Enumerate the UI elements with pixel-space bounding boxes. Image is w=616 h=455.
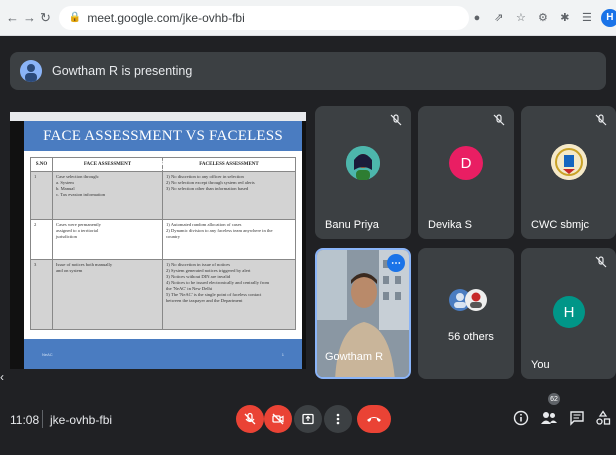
cell-line: jurisdiction (56, 234, 77, 239)
participant-name: Devika S (428, 219, 473, 231)
bookmark-star-icon[interactable]: ☆ (513, 10, 529, 26)
slideshow-toolbar (10, 112, 306, 121)
avatar: D (449, 146, 483, 180)
cell-line: between the taxpayer and the Department (166, 298, 243, 303)
presenting-banner: Gowtham R is presenting (10, 52, 606, 90)
present-now-button[interactable] (294, 405, 322, 433)
presenter-avatar (20, 60, 42, 82)
back-arrow-icon[interactable]: ← (6, 9, 19, 27)
activities-button[interactable] (594, 408, 612, 428)
cell-line: country (166, 234, 181, 239)
more-options-button[interactable] (324, 405, 352, 433)
reading-list-icon[interactable]: ☰ (579, 10, 595, 26)
others-avatars (448, 286, 488, 314)
mic-off-icon (390, 114, 402, 126)
info-icon (513, 410, 529, 426)
meeting-time: 11:08 (10, 413, 40, 427)
participant-tile-devika-s[interactable]: D Devika S (418, 106, 514, 239)
cell-line: and on system (56, 268, 83, 273)
others-count-label: 56 others (448, 331, 494, 343)
slide-footer-left: NeAC (42, 351, 53, 357)
present-screen-icon (302, 413, 314, 425)
comparison-table: S.NO FACE ASSESSMENT FACELESS ASSESSMENT… (30, 157, 296, 330)
cell-line: c. Tax evasion information (56, 192, 106, 197)
participant-tile-you[interactable]: H You (521, 248, 616, 379)
cell-line: 3) No selection other than information b… (166, 186, 249, 191)
phone-hangup-icon (367, 417, 381, 422)
lock-icon: 🔒 (68, 12, 82, 23)
people-button[interactable] (540, 408, 558, 428)
mic-off-icon (595, 114, 607, 126)
table-cell-faceless: 1) No discretion to any officer in selec… (162, 171, 296, 220)
table-row: 3 Issue of notices both manually and on sy… (30, 259, 296, 330)
participant-tile-others[interactable]: 56 others (418, 248, 514, 379)
extension-icon[interactable]: ⚙ (535, 10, 551, 26)
camera-indicator-icon[interactable]: ● (469, 10, 485, 26)
people-icon (541, 412, 557, 424)
chat-button[interactable] (568, 408, 586, 428)
participant-name: CWC sbmjc (531, 219, 590, 231)
table-cell-faceless: 1) No discretion in issue of notices 2) S… (162, 259, 296, 330)
participant-tile-cwc-sbmjc[interactable]: CWC sbmjc (521, 106, 616, 239)
people-count-badge: 62 (548, 393, 560, 405)
slide: FACE ASSESSMENT VS FACELESS ASSESSMENT S… (24, 121, 302, 369)
participant-name: Banu Priya (325, 219, 379, 231)
leave-call-button[interactable] (357, 405, 391, 433)
table-cell-sno: 2 (30, 219, 53, 260)
puzzle-icon[interactable]: ✱ (557, 10, 573, 26)
table-row: 2 Cases were permanently assigned to a ter… (30, 219, 296, 260)
table-header-sno: S.NO (30, 157, 53, 172)
mic-off-icon (244, 412, 256, 425)
table-cell-sno: 1 (30, 171, 53, 220)
presenting-text: Gowtham R is presenting (52, 64, 193, 78)
meeting-code: jke-ovhb-fbi (50, 413, 113, 427)
profile-avatar[interactable]: H (600, 8, 616, 27)
camera-toggle-button[interactable] (264, 405, 292, 433)
table-cell-sno: 3 (30, 259, 53, 330)
table-cell-face: Issue of notices both manually and on sys… (52, 259, 163, 330)
chat-icon (570, 411, 584, 426)
address-bar[interactable]: 🔒 meet.google.com/jke-ovhb-fbi (58, 5, 469, 30)
table-cell-face: Cases were permanently assigned to a terr… (52, 219, 163, 260)
divider (42, 410, 43, 428)
url-text: meet.google.com/jke-ovhb-fbi (87, 10, 245, 25)
more-vertical-icon (336, 413, 340, 425)
participant-name: You (531, 359, 550, 371)
camera-off-icon (272, 413, 284, 425)
participant-tile-banu-priya[interactable]: Banu Priya (315, 106, 411, 239)
mic-off-icon (493, 114, 505, 126)
activities-shapes-icon (596, 410, 611, 425)
participant-name: Gowtham R (325, 351, 384, 363)
avatar (346, 146, 380, 180)
share-icon[interactable]: ⇗ (491, 10, 507, 26)
participant-tile-gowtham-r[interactable]: ⋯ Gowtham R (315, 248, 411, 379)
slide-title: FACE ASSESSMENT VS FACELESS ASSESSMENT (24, 121, 302, 174)
browser-toolbar: ← → ↻ 🔒 meet.google.com/jke-ovhb-fbi ● ⇗… (0, 0, 616, 36)
slide-footer: NeAC 1 (24, 339, 302, 369)
reload-icon[interactable]: ↻ (40, 9, 51, 27)
edge-glyph: ‹ (0, 370, 4, 384)
more-options-icon[interactable]: ⋯ (387, 254, 405, 272)
meeting-details-button[interactable] (512, 408, 530, 428)
slide-page-number: 1 (281, 351, 284, 357)
table-cell-faceless: 1) Automated random allocation of cases 2… (162, 219, 296, 260)
avatar (551, 144, 587, 180)
forward-arrow-icon[interactable]: → (23, 9, 36, 27)
shared-screen[interactable]: FACE ASSESSMENT VS FACELESS ASSESSMENT S… (10, 112, 306, 369)
mic-toggle-button[interactable] (236, 405, 264, 433)
avatar: H (553, 296, 585, 328)
mic-off-icon (595, 256, 607, 268)
